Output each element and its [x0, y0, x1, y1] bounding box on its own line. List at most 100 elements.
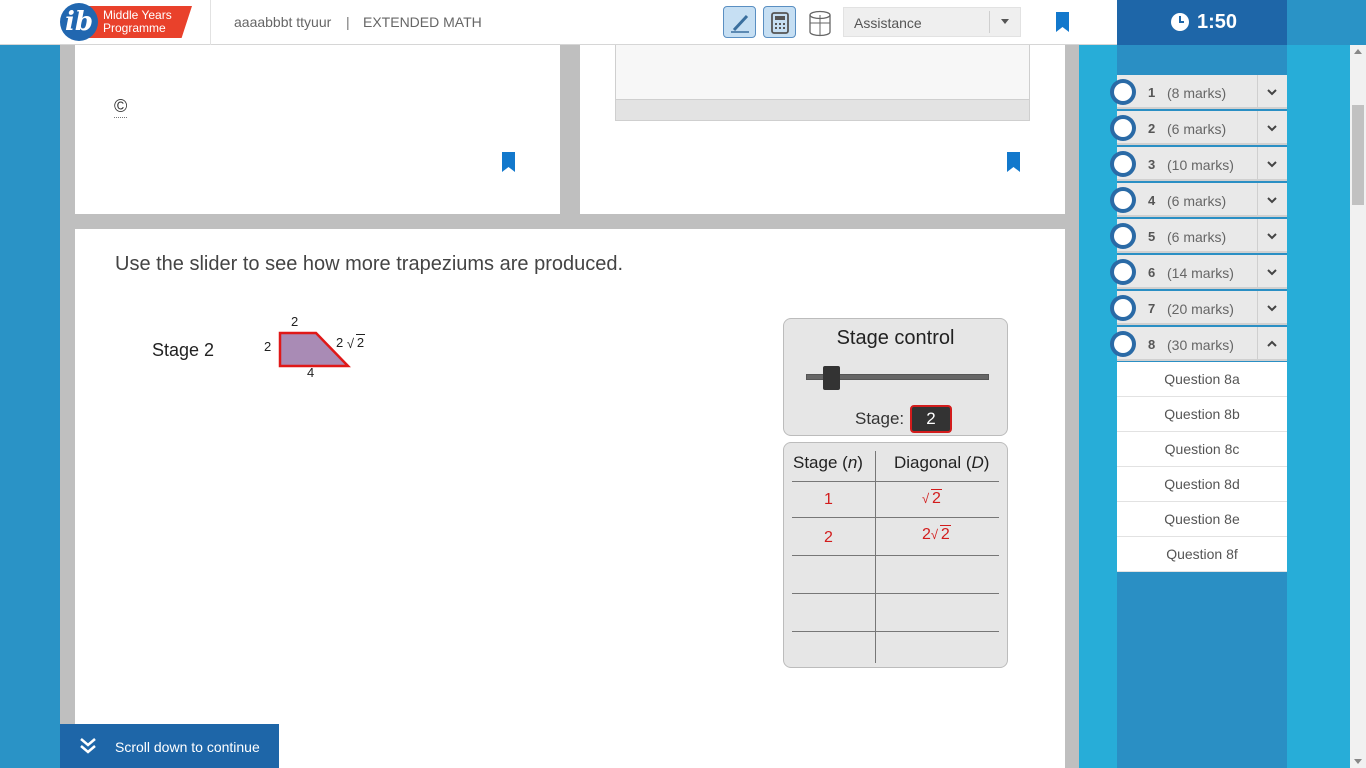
caret-down-icon [1001, 19, 1009, 24]
chevron-down-icon[interactable] [1267, 195, 1277, 205]
row-divider [792, 555, 999, 556]
row-divider [792, 631, 999, 632]
subquestion-link[interactable]: Question 8d [1117, 467, 1287, 502]
calculator-button[interactable] [763, 6, 796, 38]
question-nav-item-6[interactable]: 6 (14 marks) [1117, 255, 1287, 289]
scroll-down-text: Scroll down to continue [115, 739, 260, 755]
question-nav-item-4[interactable]: 4 (6 marks) [1117, 183, 1287, 217]
row-divider [792, 593, 999, 594]
chevron-down-icon[interactable] [1267, 159, 1277, 169]
header-stage: Stage (n) [793, 453, 863, 472]
chevron-down-icon[interactable] [1267, 123, 1277, 133]
timer-value: 1:50 [1197, 11, 1238, 33]
stage-value-box: 2 [910, 405, 952, 433]
stage-slider-handle[interactable] [823, 366, 840, 390]
table-cell-stage: 1 [824, 491, 833, 508]
question-status-icon [1110, 223, 1136, 249]
slant-radicand: 2 [355, 334, 366, 350]
question-status-icon [1110, 295, 1136, 321]
chevron-down-icon[interactable] [1267, 267, 1277, 277]
subquestion-link[interactable]: Question 8e [1117, 502, 1287, 537]
card-top-left [75, 45, 560, 214]
formula-booklet-button[interactable] [803, 6, 836, 38]
question-marks: (6 marks) [1167, 121, 1227, 137]
header-diagonal: Diagonal (D) [894, 453, 990, 472]
assistance-label: Assistance [854, 15, 922, 31]
question-marks: (20 marks) [1167, 301, 1234, 317]
question-marks: (6 marks) [1167, 229, 1227, 245]
timer: 1:50 [1117, 0, 1287, 45]
question-status-icon [1110, 331, 1136, 357]
stage-heading: Stage 2 [152, 340, 215, 360]
copyright-link[interactable]: © [114, 95, 128, 118]
subject-name: EXTENDED MATH [363, 14, 482, 30]
trapezium-top-label: 2 [291, 314, 299, 329]
question-number: 5 [1148, 229, 1156, 244]
question-marks: (14 marks) [1167, 265, 1234, 281]
clock-icon [1171, 13, 1189, 31]
row-divider [792, 517, 999, 518]
chevron-down-icon[interactable] [1267, 231, 1277, 241]
slant-sqrt: √ 2 [346, 334, 366, 351]
subquestion-link[interactable]: Question 8b [1117, 397, 1287, 432]
trapezium-slant-label: 2 √ 2 [336, 334, 366, 351]
calculator-icon [771, 12, 789, 34]
stage-value-label: Stage: [855, 409, 905, 428]
chevron-down-icon[interactable] [1267, 303, 1277, 313]
question-nav-item-8[interactable]: 8 (30 marks) [1117, 327, 1287, 361]
pen-tool-button[interactable] [723, 6, 756, 38]
scroll-down-button[interactable]: Scroll down to continue [60, 724, 279, 768]
question-number: 1 [1148, 85, 1156, 100]
stage-control-panel: Stage control Stage: 2 [783, 318, 1008, 436]
trapezium-left-label: 2 [264, 339, 272, 354]
scrollbar-thumb[interactable] [1352, 105, 1364, 205]
row-divider [792, 481, 999, 482]
top-bar: Middle Years Programme ib aaaabbbt ttyuur… [0, 0, 1117, 45]
response-textbox[interactable] [615, 45, 1030, 121]
scroll-down-icon[interactable] [1354, 759, 1362, 764]
question-nav-item-2[interactable]: 2 (6 marks) [1117, 111, 1287, 145]
question-nav-item-7[interactable]: 7 (20 marks) [1117, 291, 1287, 325]
question-number: 2 [1148, 121, 1156, 136]
question-number: 6 [1148, 265, 1156, 280]
question-status-icon [1110, 259, 1136, 285]
double-chevron-down-icon [80, 738, 96, 754]
header-separator: | [346, 14, 350, 30]
question-number: 7 [1148, 301, 1156, 316]
table-cell-stage: 2 [824, 529, 833, 546]
question-status-icon [1110, 187, 1136, 213]
candidate-name: aaaabbbt ttyuur [234, 14, 332, 30]
question-marks: (6 marks) [1167, 193, 1227, 209]
question-nav-item-1[interactable]: 1 (8 marks) [1117, 75, 1287, 109]
question-nav-item-3[interactable]: 3 (10 marks) [1117, 147, 1287, 181]
textbox-footer-bar [616, 99, 1029, 120]
subquestion-link[interactable]: Question 8f [1117, 537, 1287, 572]
logo-banner: Middle Years Programme [88, 6, 192, 38]
ib-logo: Middle Years Programme ib [60, 3, 192, 41]
pen-icon [731, 14, 749, 33]
question-number: 4 [1148, 193, 1156, 208]
question-number: 8 [1148, 337, 1156, 352]
assistance-dropdown[interactable]: Assistance [843, 7, 1021, 37]
stage-control-title: Stage control [836, 327, 955, 349]
table-cell-diagonal: 2 √ 2 [922, 525, 951, 543]
cylinder-icon [809, 10, 831, 37]
subquestion-link[interactable]: Question 8c [1117, 432, 1287, 467]
question-marks: (8 marks) [1167, 85, 1227, 101]
instruction-text: Use the slider to see how more trapezium… [115, 253, 624, 275]
ib-logo-mark: ib [60, 3, 98, 41]
stage-diagonal-table: Stage (n) Diagonal (D) 1 √ 2 2 2 √ 2 [783, 442, 1008, 668]
chevron-up-icon[interactable] [1267, 339, 1277, 349]
trapezium-bottom-label: 4 [307, 365, 315, 380]
chevron-down-icon[interactable] [1267, 87, 1277, 97]
question-nav-item-5[interactable]: 5 (6 marks) [1117, 219, 1287, 253]
question-marks: (10 marks) [1167, 157, 1234, 173]
bookmark-icon[interactable] [1056, 12, 1069, 32]
subquestion-link[interactable]: Question 8a [1117, 362, 1287, 397]
vertical-scrollbar[interactable] [1350, 45, 1366, 768]
slant-coefficient: 2 [336, 335, 344, 350]
table-cell-diagonal: √ 2 [922, 489, 942, 507]
question-status-icon [1110, 151, 1136, 177]
scroll-up-icon[interactable] [1354, 49, 1362, 54]
question-number: 3 [1148, 157, 1156, 172]
